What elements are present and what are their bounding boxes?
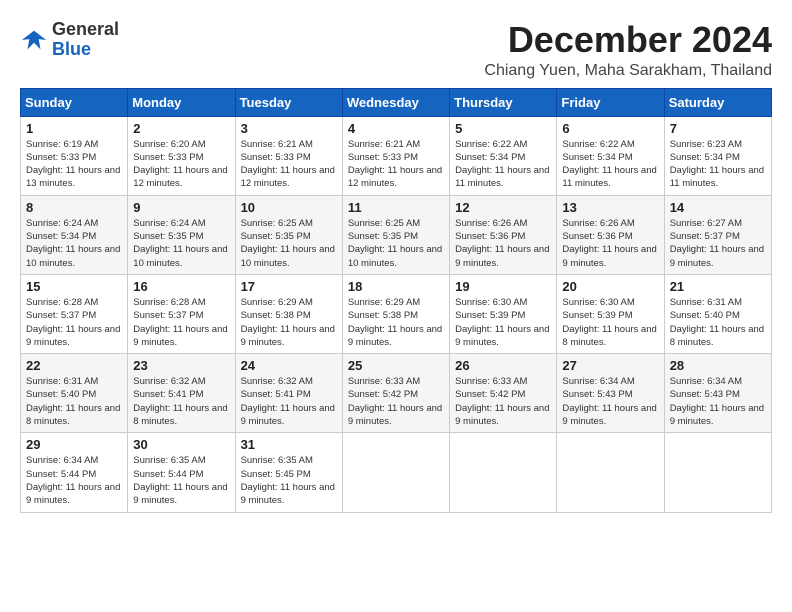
- day-cell-8: 8 Sunrise: 6:24 AMSunset: 5:34 PMDayligh…: [21, 195, 128, 274]
- empty-cell-2: [450, 433, 557, 512]
- day-cell-15: 15 Sunrise: 6:28 AMSunset: 5:37 PMDaylig…: [21, 274, 128, 353]
- day-cell-24: 24 Sunrise: 6:32 AMSunset: 5:41 PMDaylig…: [235, 354, 342, 433]
- page-header: General Blue December 2024 Chiang Yuen, …: [20, 20, 772, 80]
- day-cell-4: 4 Sunrise: 6:21 AMSunset: 5:33 PMDayligh…: [342, 116, 449, 195]
- day-cell-11: 11 Sunrise: 6:25 AMSunset: 5:35 PMDaylig…: [342, 195, 449, 274]
- day-cell-13: 13 Sunrise: 6:26 AMSunset: 5:36 PMDaylig…: [557, 195, 664, 274]
- day-cell-19: 19 Sunrise: 6:30 AMSunset: 5:39 PMDaylig…: [450, 274, 557, 353]
- day-cell-16: 16 Sunrise: 6:28 AMSunset: 5:37 PMDaylig…: [128, 274, 235, 353]
- logo: General Blue: [20, 20, 119, 60]
- calendar-row-week4: 22 Sunrise: 6:31 AMSunset: 5:40 PMDaylig…: [21, 354, 772, 433]
- day-cell-25: 25 Sunrise: 6:33 AMSunset: 5:42 PMDaylig…: [342, 354, 449, 433]
- col-thursday: Thursday: [450, 88, 557, 116]
- day-cell-17: 17 Sunrise: 6:29 AMSunset: 5:38 PMDaylig…: [235, 274, 342, 353]
- logo-text: General Blue: [52, 20, 119, 60]
- empty-cell-4: [664, 433, 771, 512]
- calendar-row-week1: 1 Sunrise: 6:19 AMSunset: 5:33 PMDayligh…: [21, 116, 772, 195]
- day-cell-20: 20 Sunrise: 6:30 AMSunset: 5:39 PMDaylig…: [557, 274, 664, 353]
- day-cell-1: 1 Sunrise: 6:19 AMSunset: 5:33 PMDayligh…: [21, 116, 128, 195]
- day-cell-31: 31 Sunrise: 6:35 AMSunset: 5:45 PMDaylig…: [235, 433, 342, 512]
- day-cell-18: 18 Sunrise: 6:29 AMSunset: 5:38 PMDaylig…: [342, 274, 449, 353]
- month-title: December 2024: [484, 20, 772, 60]
- logo-bird-icon: [20, 26, 48, 54]
- day-cell-9: 9 Sunrise: 6:24 AMSunset: 5:35 PMDayligh…: [128, 195, 235, 274]
- day-cell-5: 5 Sunrise: 6:22 AMSunset: 5:34 PMDayligh…: [450, 116, 557, 195]
- col-tuesday: Tuesday: [235, 88, 342, 116]
- day-cell-7: 7 Sunrise: 6:23 AMSunset: 5:34 PMDayligh…: [664, 116, 771, 195]
- calendar-row-week5: 29 Sunrise: 6:34 AMSunset: 5:44 PMDaylig…: [21, 433, 772, 512]
- col-saturday: Saturday: [664, 88, 771, 116]
- col-friday: Friday: [557, 88, 664, 116]
- day-cell-10: 10 Sunrise: 6:25 AMSunset: 5:35 PMDaylig…: [235, 195, 342, 274]
- day-cell-23: 23 Sunrise: 6:32 AMSunset: 5:41 PMDaylig…: [128, 354, 235, 433]
- empty-cell-3: [557, 433, 664, 512]
- day-cell-29: 29 Sunrise: 6:34 AMSunset: 5:44 PMDaylig…: [21, 433, 128, 512]
- day-cell-6: 6 Sunrise: 6:22 AMSunset: 5:34 PMDayligh…: [557, 116, 664, 195]
- day-cell-22: 22 Sunrise: 6:31 AMSunset: 5:40 PMDaylig…: [21, 354, 128, 433]
- col-monday: Monday: [128, 88, 235, 116]
- day-cell-3: 3 Sunrise: 6:21 AMSunset: 5:33 PMDayligh…: [235, 116, 342, 195]
- col-wednesday: Wednesday: [342, 88, 449, 116]
- day-cell-26: 26 Sunrise: 6:33 AMSunset: 5:42 PMDaylig…: [450, 354, 557, 433]
- day-cell-2: 2 Sunrise: 6:20 AMSunset: 5:33 PMDayligh…: [128, 116, 235, 195]
- calendar-table: Sunday Monday Tuesday Wednesday Thursday…: [20, 88, 772, 513]
- calendar-row-week3: 15 Sunrise: 6:28 AMSunset: 5:37 PMDaylig…: [21, 274, 772, 353]
- day-cell-12: 12 Sunrise: 6:26 AMSunset: 5:36 PMDaylig…: [450, 195, 557, 274]
- calendar-header-row: Sunday Monday Tuesday Wednesday Thursday…: [21, 88, 772, 116]
- logo-blue: Blue: [52, 39, 91, 59]
- logo-general: General: [52, 19, 119, 39]
- col-sunday: Sunday: [21, 88, 128, 116]
- day-cell-21: 21 Sunrise: 6:31 AMSunset: 5:40 PMDaylig…: [664, 274, 771, 353]
- day-cell-28: 28 Sunrise: 6:34 AMSunset: 5:43 PMDaylig…: [664, 354, 771, 433]
- day-cell-30: 30 Sunrise: 6:35 AMSunset: 5:44 PMDaylig…: [128, 433, 235, 512]
- calendar-row-week2: 8 Sunrise: 6:24 AMSunset: 5:34 PMDayligh…: [21, 195, 772, 274]
- day-cell-14: 14 Sunrise: 6:27 AMSunset: 5:37 PMDaylig…: [664, 195, 771, 274]
- title-block: December 2024 Chiang Yuen, Maha Sarakham…: [484, 20, 772, 80]
- empty-cell-1: [342, 433, 449, 512]
- day-cell-27: 27 Sunrise: 6:34 AMSunset: 5:43 PMDaylig…: [557, 354, 664, 433]
- location-title: Chiang Yuen, Maha Sarakham, Thailand: [484, 62, 772, 80]
